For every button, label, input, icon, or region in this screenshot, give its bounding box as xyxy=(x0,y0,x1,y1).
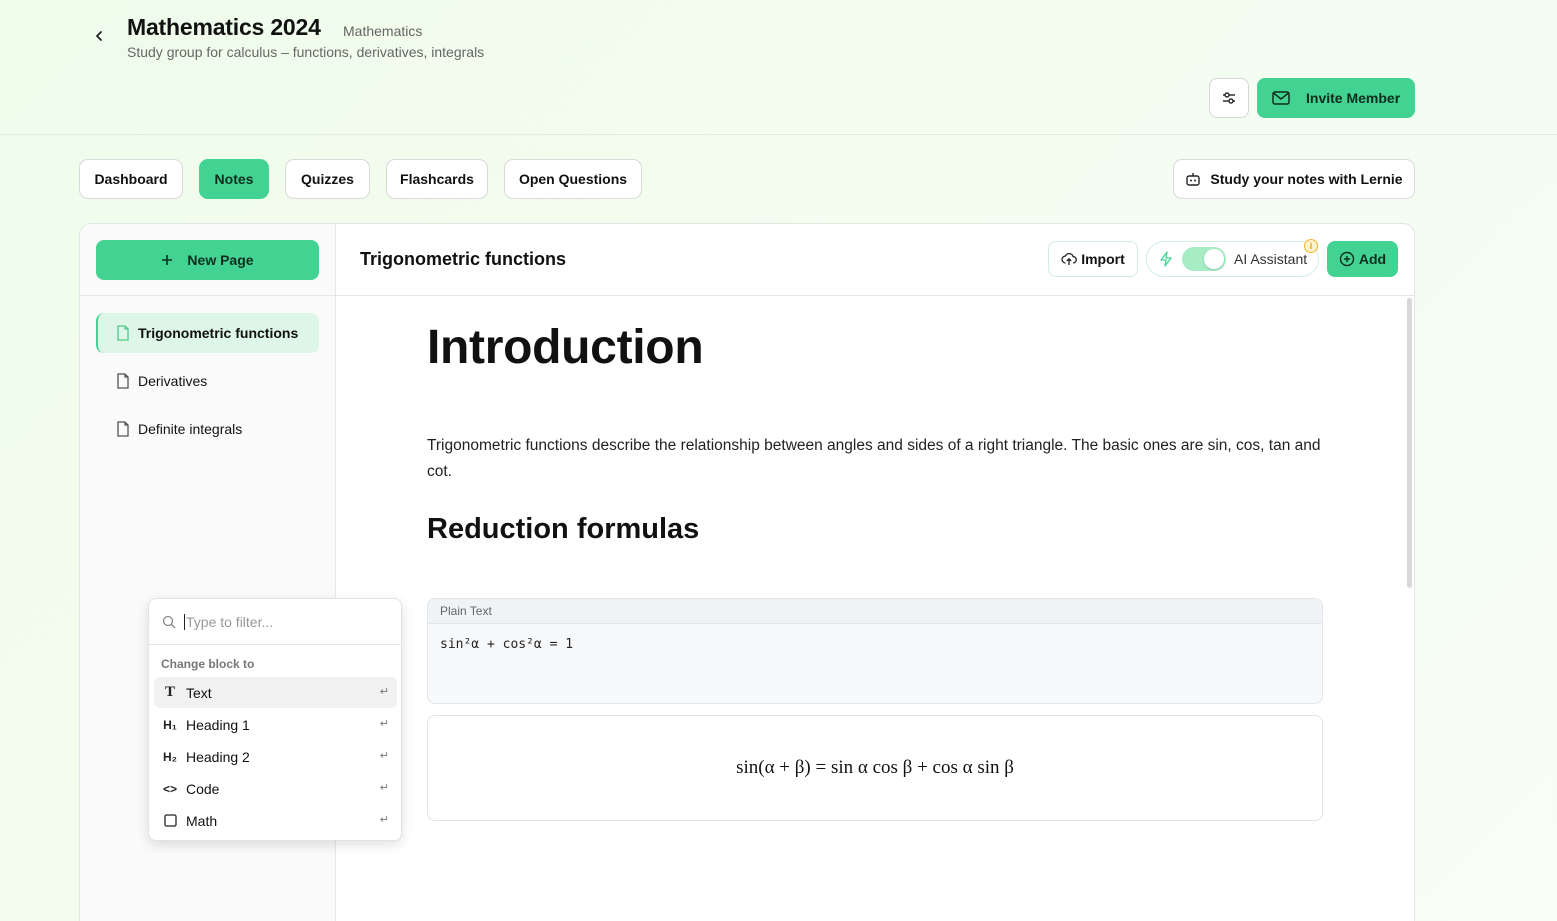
tab-notes[interactable]: Notes xyxy=(199,159,269,199)
sliders-icon xyxy=(1223,92,1235,104)
invite-member-button[interactable]: Invite Member xyxy=(1257,78,1415,118)
editor-scrollbar[interactable] xyxy=(1407,298,1412,588)
add-label: Add xyxy=(1358,251,1387,267)
code-content[interactable]: sin²α + cos²α = 1 xyxy=(428,624,1322,665)
plus-icon xyxy=(162,255,173,265)
sidebar-page-derivatives[interactable]: Derivatives xyxy=(96,361,319,401)
math-block[interactable]: sin(α + β) = sin α cos β + cos α sin β xyxy=(427,715,1323,821)
heading-2-block[interactable]: Reduction formulas xyxy=(427,513,699,546)
sidebar-page-definite-integrals[interactable]: Definite integrals xyxy=(96,409,319,449)
document-title: Trigonometric functions xyxy=(360,249,567,269)
enter-icon: ↵ xyxy=(379,750,389,762)
toggle-knob xyxy=(1204,249,1224,269)
mail-icon xyxy=(1272,91,1290,105)
info-icon[interactable]: i xyxy=(1304,239,1318,253)
new-page-button[interactable]: New Page xyxy=(96,240,319,280)
page-subtitle: Study group for calculus – functions, de… xyxy=(127,44,485,60)
filter-input[interactable] xyxy=(184,613,384,630)
back-button[interactable] xyxy=(88,25,110,47)
page-label: Derivatives xyxy=(138,373,208,389)
block-option-label: Math xyxy=(186,812,218,829)
add-button[interactable]: Add xyxy=(1327,241,1398,277)
popup-search xyxy=(149,599,401,645)
study-with-lernie-button[interactable]: Study your notes with Lernie xyxy=(1173,159,1415,199)
code-language-label[interactable]: Plain Text xyxy=(428,599,1322,624)
page-title: Mathematics 2024 xyxy=(127,14,321,40)
ai-assistant-toggle[interactable] xyxy=(1182,247,1226,271)
heading-1-icon: H₁ xyxy=(163,717,177,732)
block-option-heading-1[interactable]: H₁ Heading 1 ↵ xyxy=(154,709,397,740)
plus-circle-icon xyxy=(1339,251,1355,267)
popup-section-label: Change block to xyxy=(161,657,255,671)
ai-assistant-label: AI Assistant xyxy=(1234,251,1308,267)
square-icon xyxy=(162,813,178,829)
block-option-label: Text xyxy=(186,684,212,701)
tab-flashcards[interactable]: Flashcards xyxy=(386,159,488,199)
tab-quizzes[interactable]: Quizzes xyxy=(285,159,370,199)
settings-button[interactable] xyxy=(1209,78,1249,118)
lernie-label: Study your notes with Lernie xyxy=(1210,171,1403,187)
header: Mathematics 2024 Mathematics Study group… xyxy=(0,0,1557,135)
heading-1-block[interactable]: Introduction xyxy=(427,320,704,375)
sidebar-header: New Page xyxy=(80,224,335,296)
invite-member-label: Invite Member xyxy=(1306,90,1401,106)
enter-icon: ↵ xyxy=(379,782,389,794)
lightning-icon xyxy=(1160,251,1172,267)
file-icon xyxy=(117,325,129,341)
subject-label: Mathematics xyxy=(343,23,423,39)
block-option-math[interactable]: Math ↵ xyxy=(154,805,397,836)
new-page-label: New Page xyxy=(187,252,254,268)
robot-icon xyxy=(1186,173,1201,186)
block-option-code[interactable]: <> Code ↵ xyxy=(154,773,397,804)
block-option-text[interactable]: T Text ↵ xyxy=(154,677,397,708)
code-block[interactable]: Plain Text sin²α + cos²α = 1 xyxy=(427,598,1323,704)
file-icon xyxy=(117,421,129,437)
search-icon xyxy=(162,615,176,628)
ai-assistant-toggle-group: AI Assistant xyxy=(1146,241,1319,277)
chevron-left-icon xyxy=(96,31,102,41)
heading-2-icon: H₂ xyxy=(163,749,177,764)
enter-icon: ↵ xyxy=(379,814,389,826)
import-button[interactable]: Import xyxy=(1048,241,1138,277)
upload-cloud-icon xyxy=(1061,252,1078,265)
editor-toolbar: Trigonometric functions Import AI Assist… xyxy=(336,224,1414,296)
import-label: Import xyxy=(1081,251,1125,267)
paragraph-block[interactable]: Trigonometric functions describe the rel… xyxy=(427,433,1322,485)
page-label: Trigonometric functions xyxy=(138,325,299,341)
tab-dashboard[interactable]: Dashboard xyxy=(79,159,183,199)
tab-open-questions[interactable]: Open Questions xyxy=(504,159,642,199)
sidebar-page-trigonometric-functions[interactable]: Trigonometric functions xyxy=(96,313,319,353)
page-label: Definite integrals xyxy=(138,421,243,437)
enter-icon: ↵ xyxy=(379,718,389,730)
block-option-label: Heading 2 xyxy=(186,748,250,765)
text-icon: T xyxy=(164,684,175,700)
block-option-label: Heading 1 xyxy=(186,716,250,733)
block-option-label: Code xyxy=(186,780,220,797)
math-formula: sin(α + β) = sin α cos β + cos α sin β xyxy=(736,757,1014,778)
enter-icon: ↵ xyxy=(379,686,389,698)
code-icon: <> xyxy=(162,781,177,796)
change-block-popup: Change block to T Text ↵ H₁ Heading 1 ↵ … xyxy=(148,598,402,841)
file-icon xyxy=(117,373,129,389)
block-option-heading-2[interactable]: H₂ Heading 2 ↵ xyxy=(154,741,397,772)
